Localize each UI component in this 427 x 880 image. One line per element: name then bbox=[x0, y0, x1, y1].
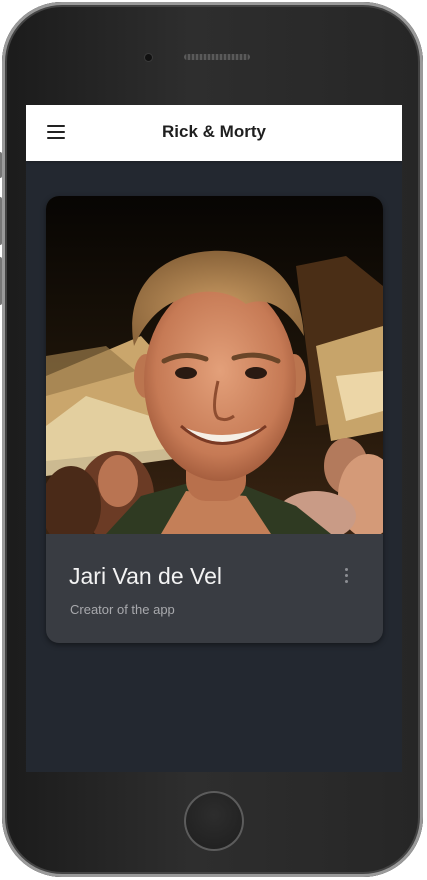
app-title: Rick & Morty bbox=[162, 122, 266, 141]
volume-down-button bbox=[0, 257, 2, 305]
app-screen: Rick & Morty Jari Van de Vel Creator of … bbox=[26, 105, 402, 772]
app-bar: Rick & Morty bbox=[26, 105, 402, 161]
front-camera bbox=[145, 54, 152, 61]
profile-photo bbox=[46, 196, 383, 534]
card-title: Jari Van de Vel bbox=[69, 563, 223, 589]
home-button[interactable] bbox=[184, 791, 244, 851]
earpiece-speaker bbox=[184, 54, 250, 60]
more-vert-icon[interactable] bbox=[339, 566, 355, 586]
card-subtitle: Creator of the app bbox=[70, 602, 175, 617]
mute-switch bbox=[0, 152, 2, 178]
profile-card: Jari Van de Vel Creator of the app bbox=[46, 196, 383, 643]
volume-up-button bbox=[0, 197, 2, 245]
